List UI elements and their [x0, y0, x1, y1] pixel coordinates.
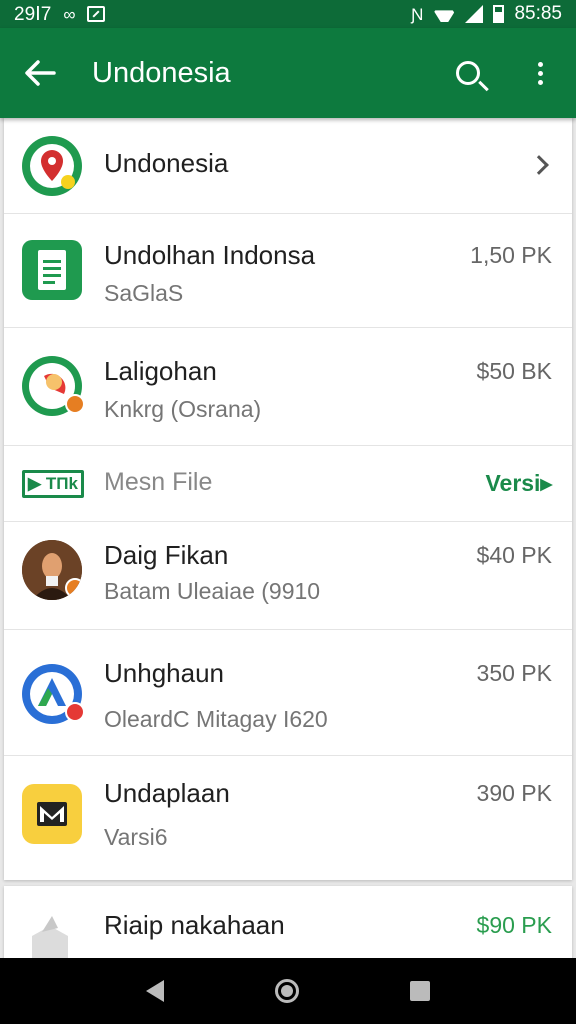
- battery-icon: [493, 5, 505, 23]
- item-title: Unhghaun: [104, 658, 224, 688]
- signal-icon: [465, 5, 484, 23]
- item-price: 390 PK: [476, 780, 552, 806]
- a-logo-icon: [22, 664, 85, 724]
- mail-glyph: [37, 802, 67, 826]
- item-price: 350 PK: [476, 660, 552, 686]
- infinity-icon: ∞: [63, 4, 76, 24]
- box-icon: [28, 912, 72, 962]
- app-bar: Undonesia: [0, 28, 576, 118]
- wifi-icon: [433, 6, 455, 22]
- location-pin-icon: [22, 136, 82, 196]
- back-arrow-glyph: [25, 60, 56, 86]
- status-bar: 29Ⅰ7 ∞ Ɲ 85:85: [0, 0, 576, 28]
- section-badge: ▶ TΠk: [22, 470, 84, 498]
- location-pin-glyph: [30, 144, 75, 189]
- item-price: $50 BK: [476, 358, 552, 384]
- nav-back-icon[interactable]: [145, 980, 164, 1002]
- target-icon: [22, 356, 85, 416]
- item-title: Undolhan Indonsa: [104, 240, 316, 270]
- document-icon: [22, 240, 82, 300]
- overflow-menu-button[interactable]: [504, 28, 576, 118]
- nfc-icon: Ɲ: [411, 4, 424, 24]
- search-button[interactable]: [432, 28, 504, 118]
- item-subtitle: Batam Uleaiae (9910: [104, 578, 321, 604]
- section-header: ▶ TΠk Mesn File Versi▸: [4, 446, 572, 522]
- nav-recents-icon[interactable]: [410, 981, 431, 1001]
- badge-icon: [65, 578, 82, 598]
- badge-icon: [65, 702, 85, 722]
- box-glyph: [32, 916, 68, 960]
- list-item[interactable]: Undolhan Indonsa SaGlaS 1,50 PK: [4, 214, 572, 328]
- list-item[interactable]: Undaplaan Varsi6 390 PK: [4, 756, 572, 880]
- item-subtitle: OleardC Mitagay I620: [104, 706, 328, 732]
- avatar-photo: [22, 540, 82, 600]
- chevron-right-icon: [529, 155, 549, 175]
- list-item[interactable]: Daig Fikan Batam Uleaiae (9910 $40 PK: [4, 522, 572, 630]
- item-subtitle: Knkrg (Osrana): [104, 396, 262, 422]
- header-row[interactable]: Undonesia: [4, 118, 572, 214]
- item-title: Daig Fikan: [104, 540, 229, 570]
- item-subtitle: Varsi6: [104, 824, 168, 850]
- nav-home-icon[interactable]: [274, 979, 299, 1003]
- status-time-right: 85:85: [514, 3, 562, 24]
- navigation-bar: [0, 958, 576, 1024]
- item-price: 1,50 PK: [470, 242, 552, 268]
- item-subtitle: SaGlaS: [104, 280, 184, 306]
- list-card: Undonesia Undolhan Indonsa SaGlaS 1,50 P…: [4, 118, 572, 880]
- item-price: $40 PK: [476, 542, 552, 568]
- item-title: Undaplaan: [104, 778, 230, 808]
- badge-icon: [65, 394, 85, 414]
- mail-icon: [22, 784, 82, 844]
- bottom-list-item[interactable]: Riaip nakahaan $90 PK: [4, 886, 572, 966]
- overflow-menu-icon: [537, 61, 543, 85]
- list-item[interactable]: Laligohan Knkrg (Osrana) $50 BK: [4, 328, 572, 446]
- list-item[interactable]: Unhghaun OleardC Mitagay I620 350 PK: [4, 630, 572, 756]
- header-row-title: Undonesia: [104, 148, 229, 178]
- item-title: Laligohan: [104, 356, 217, 386]
- page-title: Undonesia: [92, 56, 231, 89]
- status-time-left: 29Ⅰ7: [14, 3, 52, 25]
- document-glyph: [38, 250, 66, 290]
- back-arrow-icon[interactable]: [0, 28, 80, 118]
- section-action[interactable]: Versi▸: [485, 470, 552, 497]
- image-icon: [87, 6, 106, 22]
- search-icon: [456, 61, 480, 85]
- item-price: $90 PK: [476, 912, 552, 938]
- item-title: Riaip nakahaan: [104, 910, 285, 940]
- section-label: Mesn File: [104, 468, 213, 496]
